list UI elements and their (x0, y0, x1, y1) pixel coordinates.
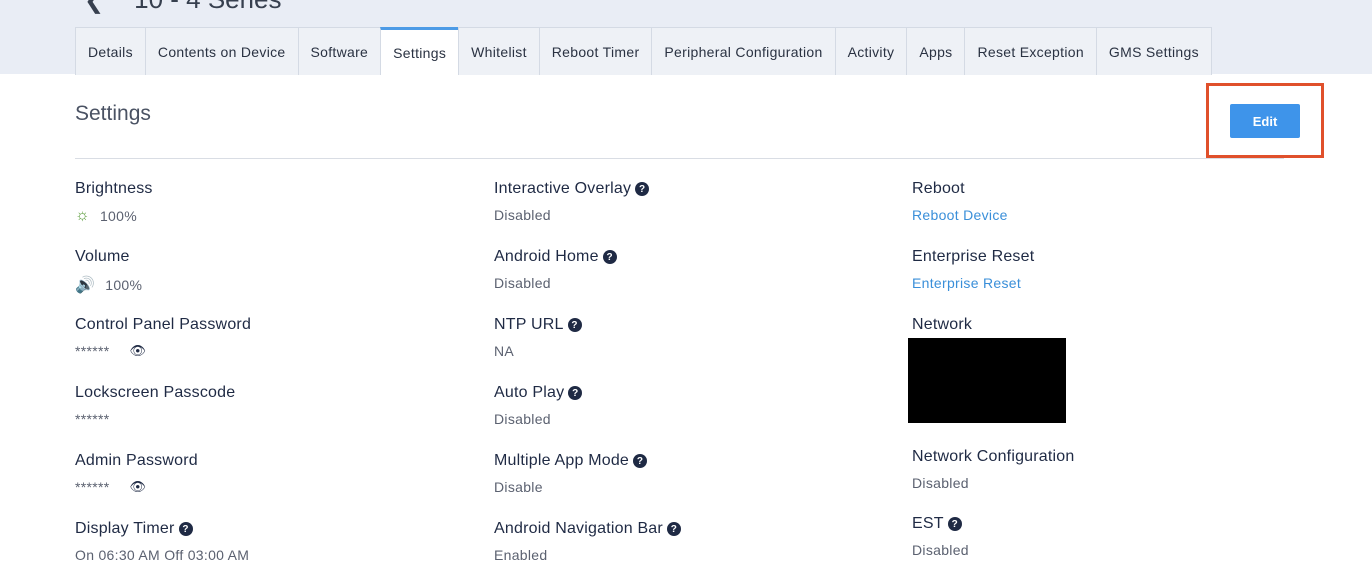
est-label: EST (912, 515, 944, 532)
display-timer-value: On 06:30 AM Off 03:00 AM (75, 547, 250, 563)
network-configuration-value: Disabled (912, 475, 969, 491)
lockscreen-passcode-value: ****** (75, 411, 110, 427)
enterprise-reset-setting: Enterprise Reset Enterprise Reset (912, 248, 1034, 291)
edit-button[interactable]: Edit (1230, 104, 1300, 138)
network-setting: Network (912, 316, 972, 334)
help-icon[interactable]: ? (635, 182, 650, 196)
android-home-setting: Android Home? Disabled (494, 248, 617, 291)
interactive-overlay-label: Interactive Overlay (494, 180, 632, 197)
tab-bar: Details Contents on Device Software Sett… (75, 27, 1212, 75)
android-navigation-bar-label: Android Navigation Bar (494, 520, 663, 537)
multiple-app-mode-setting: Multiple App Mode? Disable (494, 452, 648, 495)
tab-reboot-timer[interactable]: Reboot Timer (538, 27, 652, 75)
back-arrow-icon[interactable]: ❮ (84, 0, 104, 15)
help-icon[interactable]: ? (666, 522, 681, 536)
tab-apps[interactable]: Apps (906, 27, 965, 75)
eye-icon[interactable]: 👁 (130, 479, 147, 495)
tab-peripheral-configuration[interactable]: Peripheral Configuration (651, 27, 835, 75)
top-bar: ❮10 - 4 Series Details Contents on Devic… (0, 0, 1372, 75)
volume-label: Volume (75, 248, 130, 265)
network-label: Network (912, 316, 973, 333)
enterprise-reset-label: Enterprise Reset (912, 248, 1035, 265)
auto-play-label: Auto Play (494, 384, 565, 401)
android-home-label: Android Home (494, 248, 599, 265)
interactive-overlay-value: Disabled (494, 207, 551, 223)
help-icon[interactable]: ? (947, 517, 962, 531)
network-configuration-label: Network Configuration (912, 448, 1075, 465)
help-icon[interactable]: ? (178, 522, 193, 536)
reboot-device-link[interactable]: Reboot Device (912, 207, 1008, 223)
auto-play-setting: Auto Play? Disabled (494, 384, 583, 427)
ntp-url-label: NTP URL (494, 316, 564, 333)
ntp-url-setting: NTP URL? NA (494, 316, 582, 359)
tab-reset-exception[interactable]: Reset Exception (964, 27, 1096, 75)
tab-gms-settings[interactable]: GMS Settings (1095, 27, 1212, 75)
lockscreen-passcode-label: Lockscreen Passcode (75, 384, 236, 401)
network-configuration-setting: Network Configuration Disabled (912, 448, 1075, 491)
android-home-value: Disabled (494, 275, 551, 291)
control-panel-password-value: ****** (75, 343, 110, 359)
ntp-url-value: NA (494, 343, 515, 359)
eye-icon[interactable]: 👁 (130, 343, 147, 359)
lockscreen-passcode-setting: Lockscreen Passcode ****** (75, 384, 235, 427)
page-title: ❮10 - 4 Series (84, 0, 282, 15)
tab-activity[interactable]: Activity (834, 27, 907, 75)
tab-contents-on-device[interactable]: Contents on Device (144, 27, 298, 75)
help-icon[interactable]: ? (602, 250, 617, 264)
divider (75, 158, 1284, 159)
multiple-app-mode-value: Disable (494, 479, 543, 495)
interactive-overlay-setting: Interactive Overlay? Disabled (494, 180, 650, 223)
help-icon[interactable]: ? (568, 386, 583, 400)
reboot-setting: Reboot Reboot Device (912, 180, 1008, 223)
android-navigation-bar-setting: Android Navigation Bar? Enabled (494, 520, 681, 563)
brightness-value: 100% (99, 208, 137, 224)
volume-setting: Volume 🔊 100% (75, 248, 142, 295)
enterprise-reset-link[interactable]: Enterprise Reset (912, 275, 1021, 291)
tab-software[interactable]: Software (297, 27, 381, 75)
brightness-setting: Brightness ☼ 100% (75, 180, 153, 225)
section-title: Settings (75, 102, 151, 125)
tab-whitelist[interactable]: Whitelist (458, 27, 539, 75)
control-panel-password-label: Control Panel Password (75, 316, 252, 333)
brightness-icon: ☼ (75, 207, 90, 224)
multiple-app-mode-label: Multiple App Mode (494, 452, 630, 469)
admin-password-value: ****** (75, 479, 110, 495)
auto-play-value: Disabled (494, 411, 551, 427)
help-icon[interactable]: ? (633, 454, 648, 468)
help-icon[interactable]: ? (567, 318, 582, 332)
display-timer-label: Display Timer (75, 520, 175, 537)
brightness-label: Brightness (75, 180, 153, 197)
volume-value: 100% (105, 277, 143, 293)
admin-password-label: Admin Password (75, 452, 198, 469)
volume-icon: 🔊 (75, 277, 96, 294)
est-value: Disabled (912, 542, 969, 558)
reboot-label: Reboot (912, 180, 965, 197)
android-navigation-bar-value: Enabled (494, 547, 548, 563)
control-panel-password-setting: Control Panel Password ****** 👁 (75, 316, 251, 359)
tab-settings[interactable]: Settings (380, 27, 459, 75)
tab-details[interactable]: Details (75, 27, 145, 75)
admin-password-setting: Admin Password ****** 👁 (75, 452, 198, 495)
display-timer-setting: Display Timer? On 06:30 AM Off 03:00 AM (75, 520, 249, 563)
est-setting: EST? Disabled (912, 515, 969, 558)
network-redacted-block (908, 338, 1066, 423)
